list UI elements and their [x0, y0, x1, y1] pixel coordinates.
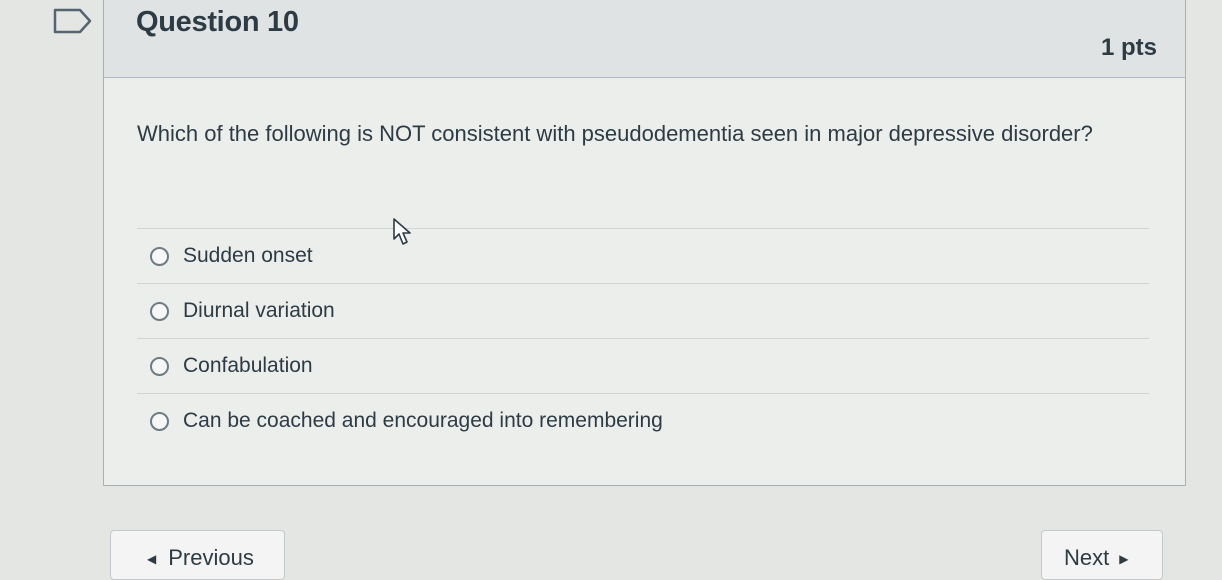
answer-option[interactable]: Can be coached and encouraged into remem… [137, 393, 1149, 448]
next-button-label: Next [1064, 545, 1110, 570]
mouse-cursor-icon [393, 218, 411, 245]
question-title: Question 10 [136, 6, 299, 38]
answer-label[interactable]: Confabulation [183, 354, 313, 378]
question-panel: Question 10 1 pts Which of the following… [103, 0, 1186, 486]
radio-button[interactable] [150, 246, 169, 266]
question-header: Question 10 1 pts [104, 0, 1185, 78]
question-points: 1 pts [1100, 34, 1157, 61]
question-text: Which of the following is NOT consistent… [137, 121, 1093, 146]
answer-option[interactable]: Sudden onset [137, 228, 1149, 283]
answer-label[interactable]: Can be coached and encouraged into remem… [183, 409, 663, 433]
triangle-left-icon: ◀ [147, 552, 157, 566]
radio-button[interactable] [150, 301, 169, 321]
answer-option[interactable]: Confabulation [137, 338, 1149, 393]
previous-button[interactable]: ◀ Previous [110, 530, 285, 580]
previous-button-label: Previous [168, 545, 254, 570]
answer-list: Sudden onset Diurnal variation Confabula… [137, 228, 1149, 448]
answer-option[interactable]: Diurnal variation [137, 283, 1149, 338]
answer-label[interactable]: Sudden onset [183, 244, 313, 268]
triangle-right-icon: ▶ [1119, 552, 1129, 566]
answer-label[interactable]: Diurnal variation [183, 299, 335, 323]
flag-question-icon[interactable] [50, 7, 96, 35]
radio-button[interactable] [150, 356, 169, 376]
next-button[interactable]: Next ▶ [1041, 530, 1163, 580]
radio-button[interactable] [150, 411, 169, 431]
